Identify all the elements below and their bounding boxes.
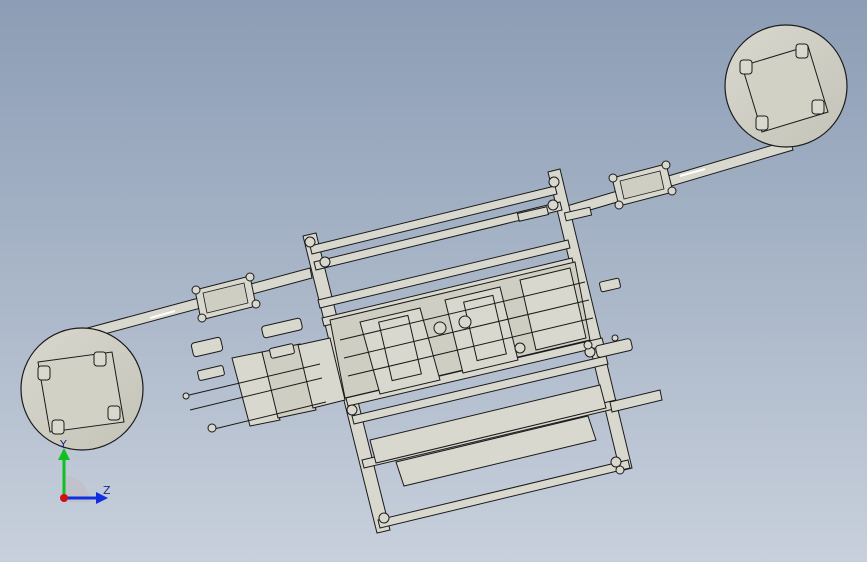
triad-y-label: Y [60,438,67,451]
reel-left[interactable] [20,327,144,451]
film-strip-right [559,139,794,219]
cad-assembly-model[interactable] [0,0,867,562]
axis-triad: Y Z [48,438,118,510]
triad-z-label: Z [103,484,111,497]
tensioner-right[interactable] [608,160,677,210]
tensioner-left[interactable] [191,272,261,323]
graphics-viewport[interactable]: Y Z [0,0,867,562]
reel-right[interactable] [724,24,848,148]
triad-x-axis-dot [60,494,68,502]
side-fixture-left[interactable] [182,317,346,433]
